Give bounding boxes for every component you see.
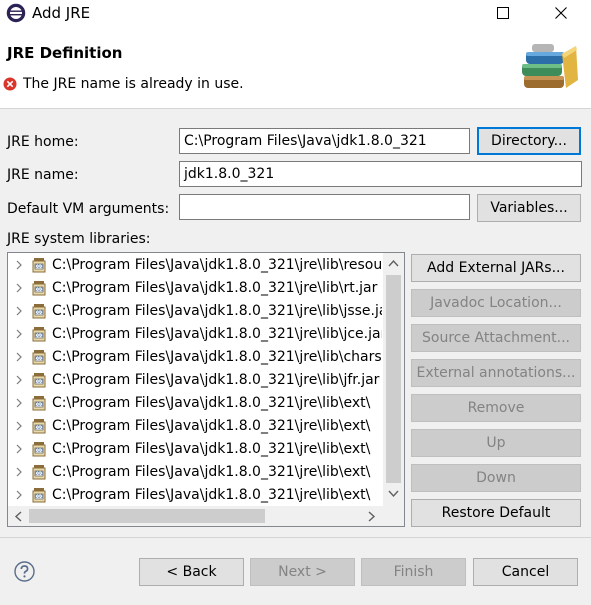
- library-row[interactable]: 010 C:\Program Files\Java\jdk1.8.0_321\jr…: [8, 461, 382, 484]
- variables-button[interactable]: Variables...: [477, 194, 581, 222]
- library-row[interactable]: 010 C:\Program Files\Java\jdk1.8.0_321\jr…: [8, 369, 382, 392]
- maximize-button[interactable]: [480, 0, 526, 26]
- vm-args-input[interactable]: [179, 194, 470, 220]
- library-row[interactable]: 010 C:\Program Files\Java\jdk1.8.0_321\jr…: [8, 484, 382, 507]
- jre-home-label: JRE home:: [7, 134, 79, 150]
- jar-icon: 010: [32, 488, 46, 503]
- eclipse-icon: [6, 3, 26, 23]
- library-row[interactable]: 010 C:\Program Files\Java\jdk1.8.0_321\jr…: [8, 415, 382, 438]
- external-annotations-button[interactable]: External annotations...: [411, 359, 581, 387]
- next-button[interactable]: Next >: [250, 558, 355, 586]
- vm-args-label: Default VM arguments:: [7, 201, 170, 217]
- library-row[interactable]: 010 C:\Program Files\Java\jdk1.8.0_321\jr…: [8, 254, 382, 277]
- scroll-corner: [383, 506, 404, 526]
- scroll-left-icon[interactable]: [14, 511, 22, 522]
- chevron-right-icon[interactable]: [13, 305, 25, 317]
- svg-text:010: 010: [35, 402, 43, 407]
- error-icon: [3, 77, 17, 91]
- library-row[interactable]: 010 C:\Program Files\Java\jdk1.8.0_321\jr…: [8, 438, 382, 461]
- cancel-button[interactable]: Cancel: [473, 558, 578, 586]
- jar-icon: 010: [32, 465, 46, 480]
- maximize-icon: [497, 7, 509, 19]
- chevron-right-icon[interactable]: [13, 351, 25, 363]
- scroll-up-icon[interactable]: [388, 259, 399, 267]
- scroll-right-icon[interactable]: [368, 511, 376, 522]
- close-icon: [555, 7, 567, 19]
- jar-icon: 010: [32, 327, 46, 342]
- chevron-right-icon[interactable]: [13, 420, 25, 432]
- jar-icon: 010: [32, 304, 46, 319]
- jar-icon: 010: [32, 258, 46, 273]
- library-path: C:\Program Files\Java\jdk1.8.0_321\jre\l…: [52, 349, 382, 365]
- svg-text:010: 010: [35, 471, 43, 476]
- source-attachment-button[interactable]: Source Attachment...: [411, 324, 581, 352]
- header-banner: [0, 26, 591, 108]
- svg-text:010: 010: [35, 448, 43, 453]
- down-button[interactable]: Down: [411, 464, 581, 492]
- back-button[interactable]: < Back: [139, 558, 244, 586]
- chevron-right-icon[interactable]: [13, 489, 25, 501]
- jar-icon: 010: [32, 281, 46, 296]
- help-icon[interactable]: [14, 561, 35, 582]
- jre-name-input[interactable]: jdk1.8.0_321: [179, 161, 582, 187]
- svg-text:010: 010: [35, 379, 43, 384]
- chevron-right-icon[interactable]: [13, 259, 25, 271]
- jar-icon: 010: [32, 350, 46, 365]
- page-title: JRE Definition: [7, 44, 123, 62]
- svg-text:010: 010: [35, 264, 43, 269]
- scroll-down-icon[interactable]: [388, 490, 399, 498]
- horizontal-scroll-thumb[interactable]: [29, 509, 265, 523]
- svg-text:010: 010: [35, 310, 43, 315]
- library-path: C:\Program Files\Java\jdk1.8.0_321\jre\l…: [52, 487, 371, 503]
- library-path: C:\Program Files\Java\jdk1.8.0_321\jre\l…: [52, 257, 382, 273]
- library-row[interactable]: 010 C:\Program Files\Java\jdk1.8.0_321\jr…: [8, 392, 382, 415]
- error-message: The JRE name is already in use.: [23, 76, 244, 92]
- add-external-jars-button[interactable]: Add External JARs...: [411, 254, 581, 282]
- svg-text:010: 010: [35, 333, 43, 338]
- library-row[interactable]: 010 C:\Program Files\Java\jdk1.8.0_321\jr…: [8, 346, 382, 369]
- library-path: C:\Program Files\Java\jdk1.8.0_321\jre\l…: [52, 372, 380, 388]
- jar-icon: 010: [32, 419, 46, 434]
- chevron-right-icon[interactable]: [13, 466, 25, 478]
- jar-icon: 010: [32, 396, 46, 411]
- directory-button[interactable]: Directory...: [477, 127, 581, 155]
- javadoc-location-button[interactable]: Javadoc Location...: [411, 289, 581, 317]
- svg-text:010: 010: [35, 494, 43, 499]
- window-title: Add JRE: [32, 4, 91, 22]
- svg-text:010: 010: [35, 356, 43, 361]
- chevron-right-icon[interactable]: [13, 282, 25, 294]
- library-path: C:\Program Files\Java\jdk1.8.0_321\jre\l…: [52, 303, 382, 319]
- restore-default-button[interactable]: Restore Default: [411, 499, 581, 527]
- close-button[interactable]: [538, 0, 584, 26]
- header-separator: [0, 108, 591, 109]
- jar-icon: 010: [32, 442, 46, 457]
- library-path: C:\Program Files\Java\jdk1.8.0_321\jre\l…: [52, 280, 378, 296]
- chevron-right-icon[interactable]: [13, 397, 25, 409]
- library-row[interactable]: 010 C:\Program Files\Java\jdk1.8.0_321\jr…: [8, 323, 382, 346]
- chevron-right-icon[interactable]: [13, 328, 25, 340]
- up-button[interactable]: Up: [411, 429, 581, 457]
- svg-text:010: 010: [35, 287, 43, 292]
- finish-button[interactable]: Finish: [361, 558, 466, 586]
- jar-icon: 010: [32, 373, 46, 388]
- jre-home-input[interactable]: C:\Program Files\Java\jdk1.8.0_321: [179, 128, 470, 154]
- library-row[interactable]: 010 C:\Program Files\Java\jdk1.8.0_321\jr…: [8, 277, 382, 300]
- libraries-tree[interactable]: 010 C:\Program Files\Java\jdk1.8.0_321\jr…: [7, 252, 405, 527]
- library-row[interactable]: 010 C:\Program Files\Java\jdk1.8.0_321\jr…: [8, 300, 382, 323]
- vertical-scroll-thumb[interactable]: [386, 275, 401, 483]
- chevron-right-icon[interactable]: [13, 374, 25, 386]
- library-path: C:\Program Files\Java\jdk1.8.0_321\jre\l…: [52, 464, 371, 480]
- footer-separator: [0, 537, 591, 538]
- library-books-icon: [522, 44, 578, 88]
- remove-button[interactable]: Remove: [411, 394, 581, 422]
- svg-text:010: 010: [35, 425, 43, 430]
- jre-name-label: JRE name:: [7, 167, 79, 183]
- libraries-label: JRE system libraries:: [7, 231, 151, 247]
- library-path: C:\Program Files\Java\jdk1.8.0_321\jre\l…: [52, 441, 371, 457]
- chevron-right-icon[interactable]: [13, 443, 25, 455]
- library-path: C:\Program Files\Java\jdk1.8.0_321\jre\l…: [52, 326, 382, 342]
- library-path: C:\Program Files\Java\jdk1.8.0_321\jre\l…: [52, 418, 371, 434]
- library-path: C:\Program Files\Java\jdk1.8.0_321\jre\l…: [52, 395, 371, 411]
